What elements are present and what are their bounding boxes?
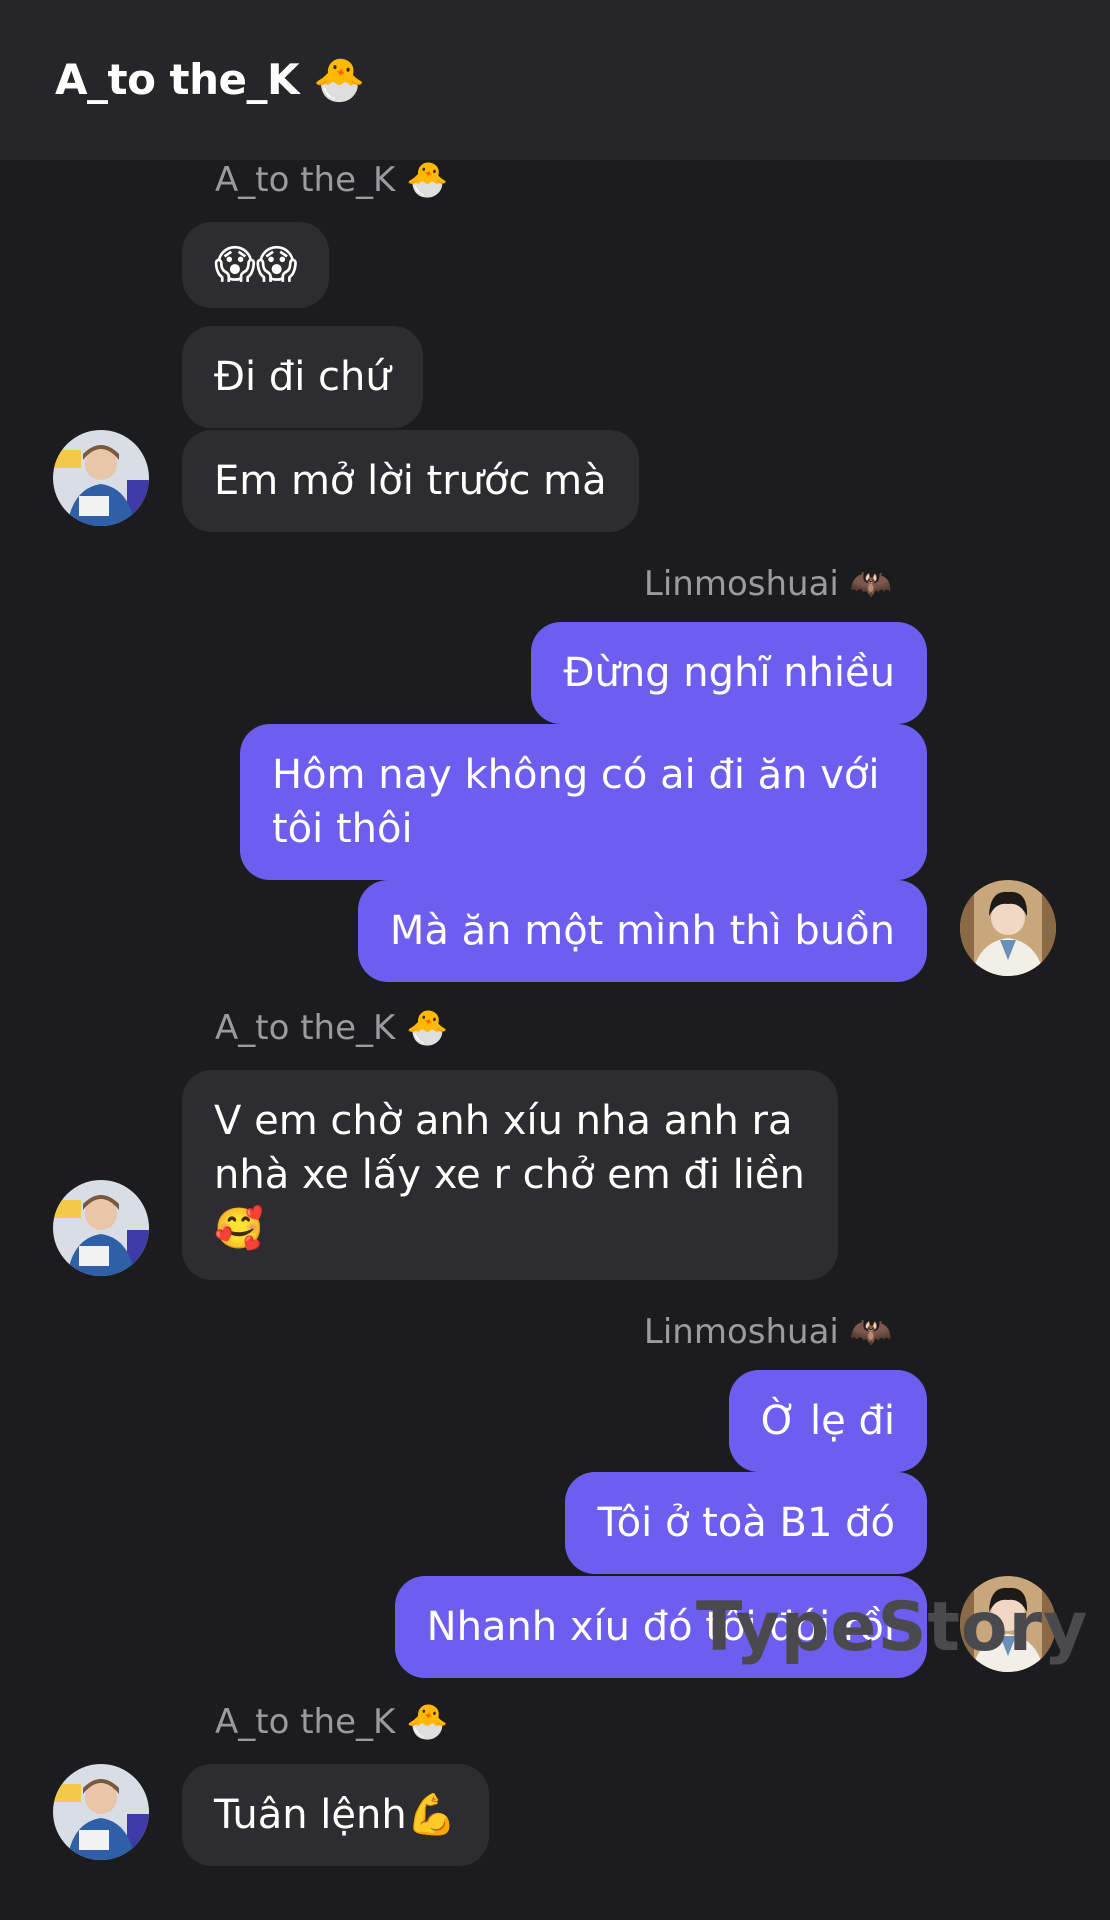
message-bubble-incoming[interactable]: Đi đi chứ [182,326,423,428]
chat-header: A_to the_K 🐣 [0,0,1110,160]
message-bubble-outgoing[interactable]: Đừng nghĩ nhiều [531,622,927,724]
sender-name: Linmoshuai 🦇 [643,1312,892,1352]
user-avatar-icon [960,880,1056,976]
message-bubble-incoming[interactable]: 😱😱 [182,222,330,308]
message-bubble-outgoing[interactable]: Hôm nay không có ai đi ăn với tôi thôi [240,724,927,880]
message-bubble-incoming[interactable]: V em chờ anh xíu nha anh ra nhà xe lấy x… [182,1070,838,1280]
message-bubble-incoming[interactable]: Em mở lời trước mà [182,430,639,532]
watermark: TypeStory [696,1588,1089,1667]
avatar-linmoshuai[interactable] [960,880,1056,976]
sender-name: A_to the_K 🐣 [215,1008,449,1048]
message-bubble-outgoing[interactable]: Tôi ở toà B1 đó [565,1472,927,1574]
chat-title: A_to the_K 🐣 [55,55,365,104]
avatar-a-to-the-k[interactable] [53,430,149,526]
message-bubble-incoming[interactable]: Tuân lệnh💪 [182,1764,489,1866]
user-avatar-icon [53,1764,149,1860]
avatar-a-to-the-k[interactable] [53,1764,149,1860]
avatar-a-to-the-k[interactable] [53,1180,149,1276]
sender-name: A_to the_K 🐣 [215,160,449,200]
message-bubble-outgoing[interactable]: Ờ lẹ đi [728,1370,927,1472]
message-bubble-outgoing[interactable]: Mà ăn một mình thì buồn [357,880,927,982]
user-avatar-icon [53,430,149,526]
user-avatar-icon [53,1180,149,1276]
sender-name: Linmoshuai 🦇 [643,564,892,604]
sender-name: A_to the_K 🐣 [215,1702,449,1742]
